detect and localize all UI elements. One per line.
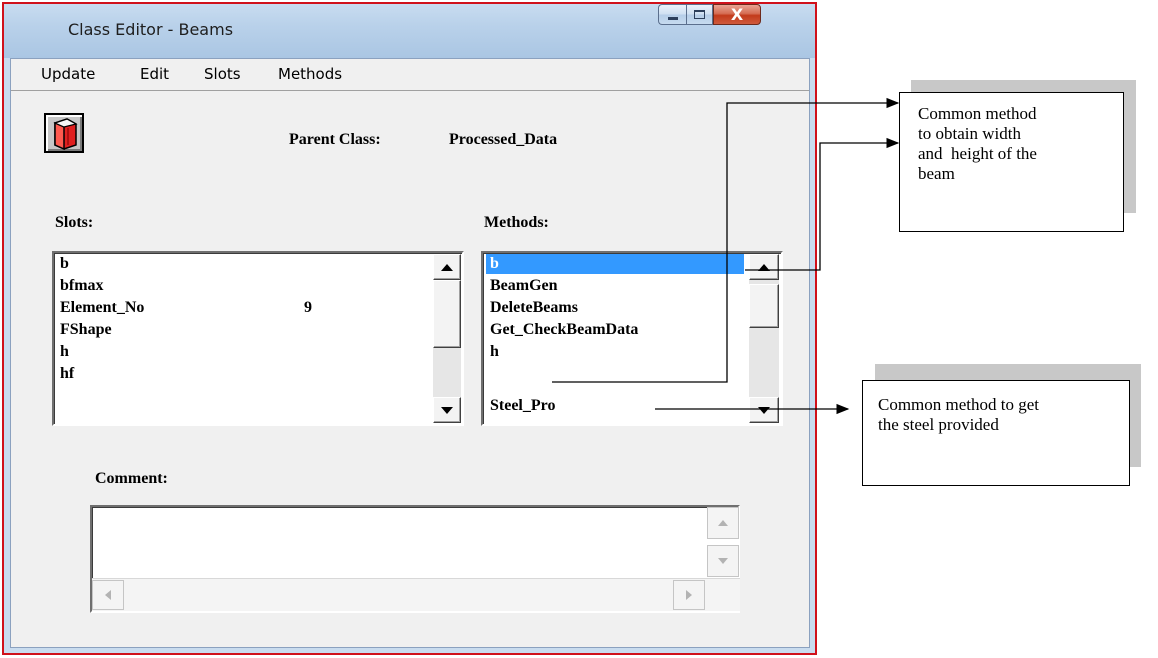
arrow-h-to-callout: [552, 97, 900, 383]
annotation-arrows: [552, 97, 900, 415]
arrow-b-to-callout: [745, 137, 900, 271]
